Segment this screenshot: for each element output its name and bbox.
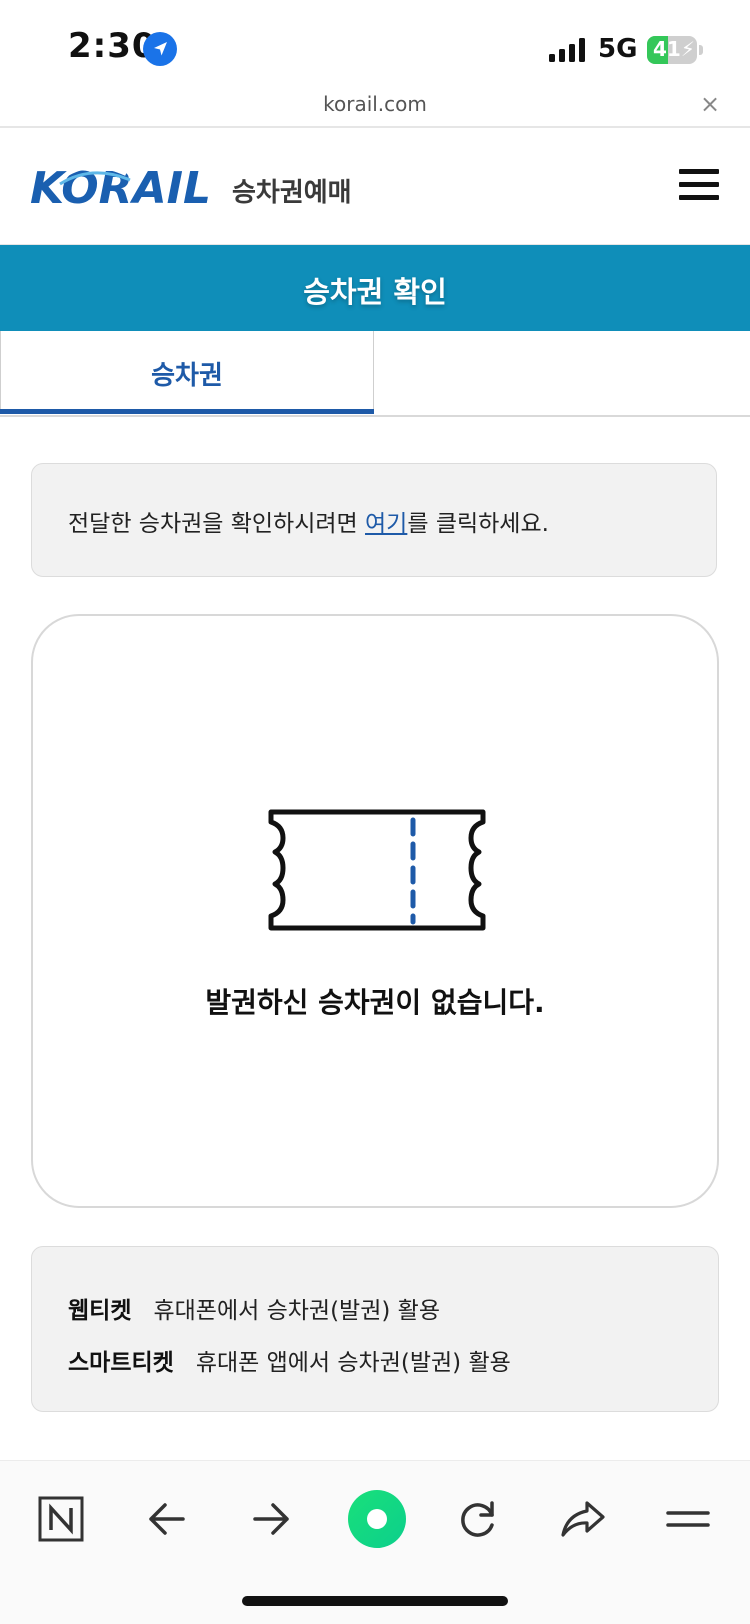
notice-text-after: 를 클릭하세요. [407,511,549,537]
location-arrow-icon [143,32,177,66]
ticket-card: 발권하신 승차권이 없습니다. [31,614,719,1208]
korail-logo[interactable]: KORAIL [30,156,220,216]
notice-text: 전달한 승차권을 확인하시려면 여기를 클릭하세요. [68,504,549,538]
tab-ticket[interactable]: 승차권 [0,331,374,409]
notice-here-link[interactable]: 여기 [365,511,407,537]
header-subtitle: 승차권예매 [232,178,352,208]
page-title-bar: 승차권 확인 [0,245,750,331]
browser-url-bar[interactable]: korail.com × [0,90,750,128]
ticket-icon [268,809,486,931]
notice-box: 전달한 승차권을 확인하시려면 여기를 클릭하세요. [31,463,717,577]
close-icon[interactable]: × [700,90,720,118]
naver-n-icon[interactable] [31,1489,91,1549]
status-bar: 2:30 5G 41⚡ [0,0,750,92]
info-row-webticket: 웹티켓 휴대폰에서 승차권(발권) 활용 [68,1291,440,1325]
green-home-icon[interactable] [345,1487,409,1551]
page-title: 승차권 확인 [303,275,447,309]
share-icon[interactable] [553,1489,613,1549]
notice-text-before: 전달한 승차권을 확인하시려면 [68,511,366,537]
home-indicator[interactable] [242,1596,508,1606]
menu-icon[interactable] [658,1489,718,1549]
cellular-signal-icon [549,38,585,62]
info-key: 웹티켓 [68,1298,132,1324]
ticket-info-box: 웹티켓 휴대폰에서 승차권(발권) 활용 스마트티켓 휴대폰 앱에서 승차권(발권)… [31,1246,719,1412]
url-text[interactable]: korail.com [0,92,750,116]
active-tab-indicator [0,409,374,414]
hamburger-menu-icon[interactable] [679,169,719,201]
empty-ticket-message: 발권하신 승차권이 없습니다. [205,986,545,1019]
battery-nub [699,45,703,55]
info-row-smartticket: 스마트티켓 휴대폰 앱에서 승차권(발권) 활용 [68,1343,511,1377]
network-type: 5G [598,34,638,64]
forward-arrow-icon[interactable] [241,1489,301,1549]
info-value: 휴대폰에서 승차권(발권) 활용 [153,1298,440,1324]
site-header: KORAIL 승차권예매 [0,128,750,246]
tab-bar: 승차권 [0,331,750,417]
tab-ticket-label: 승차권 [151,361,223,391]
battery-icon: 41⚡ [647,36,697,64]
battery-level: 41⚡ [653,37,695,61]
reload-icon[interactable] [448,1489,508,1549]
back-arrow-icon[interactable] [137,1489,197,1549]
info-value: 휴대폰 앱에서 승차권(발권) 활용 [195,1350,511,1376]
info-key: 스마트티켓 [68,1350,174,1376]
